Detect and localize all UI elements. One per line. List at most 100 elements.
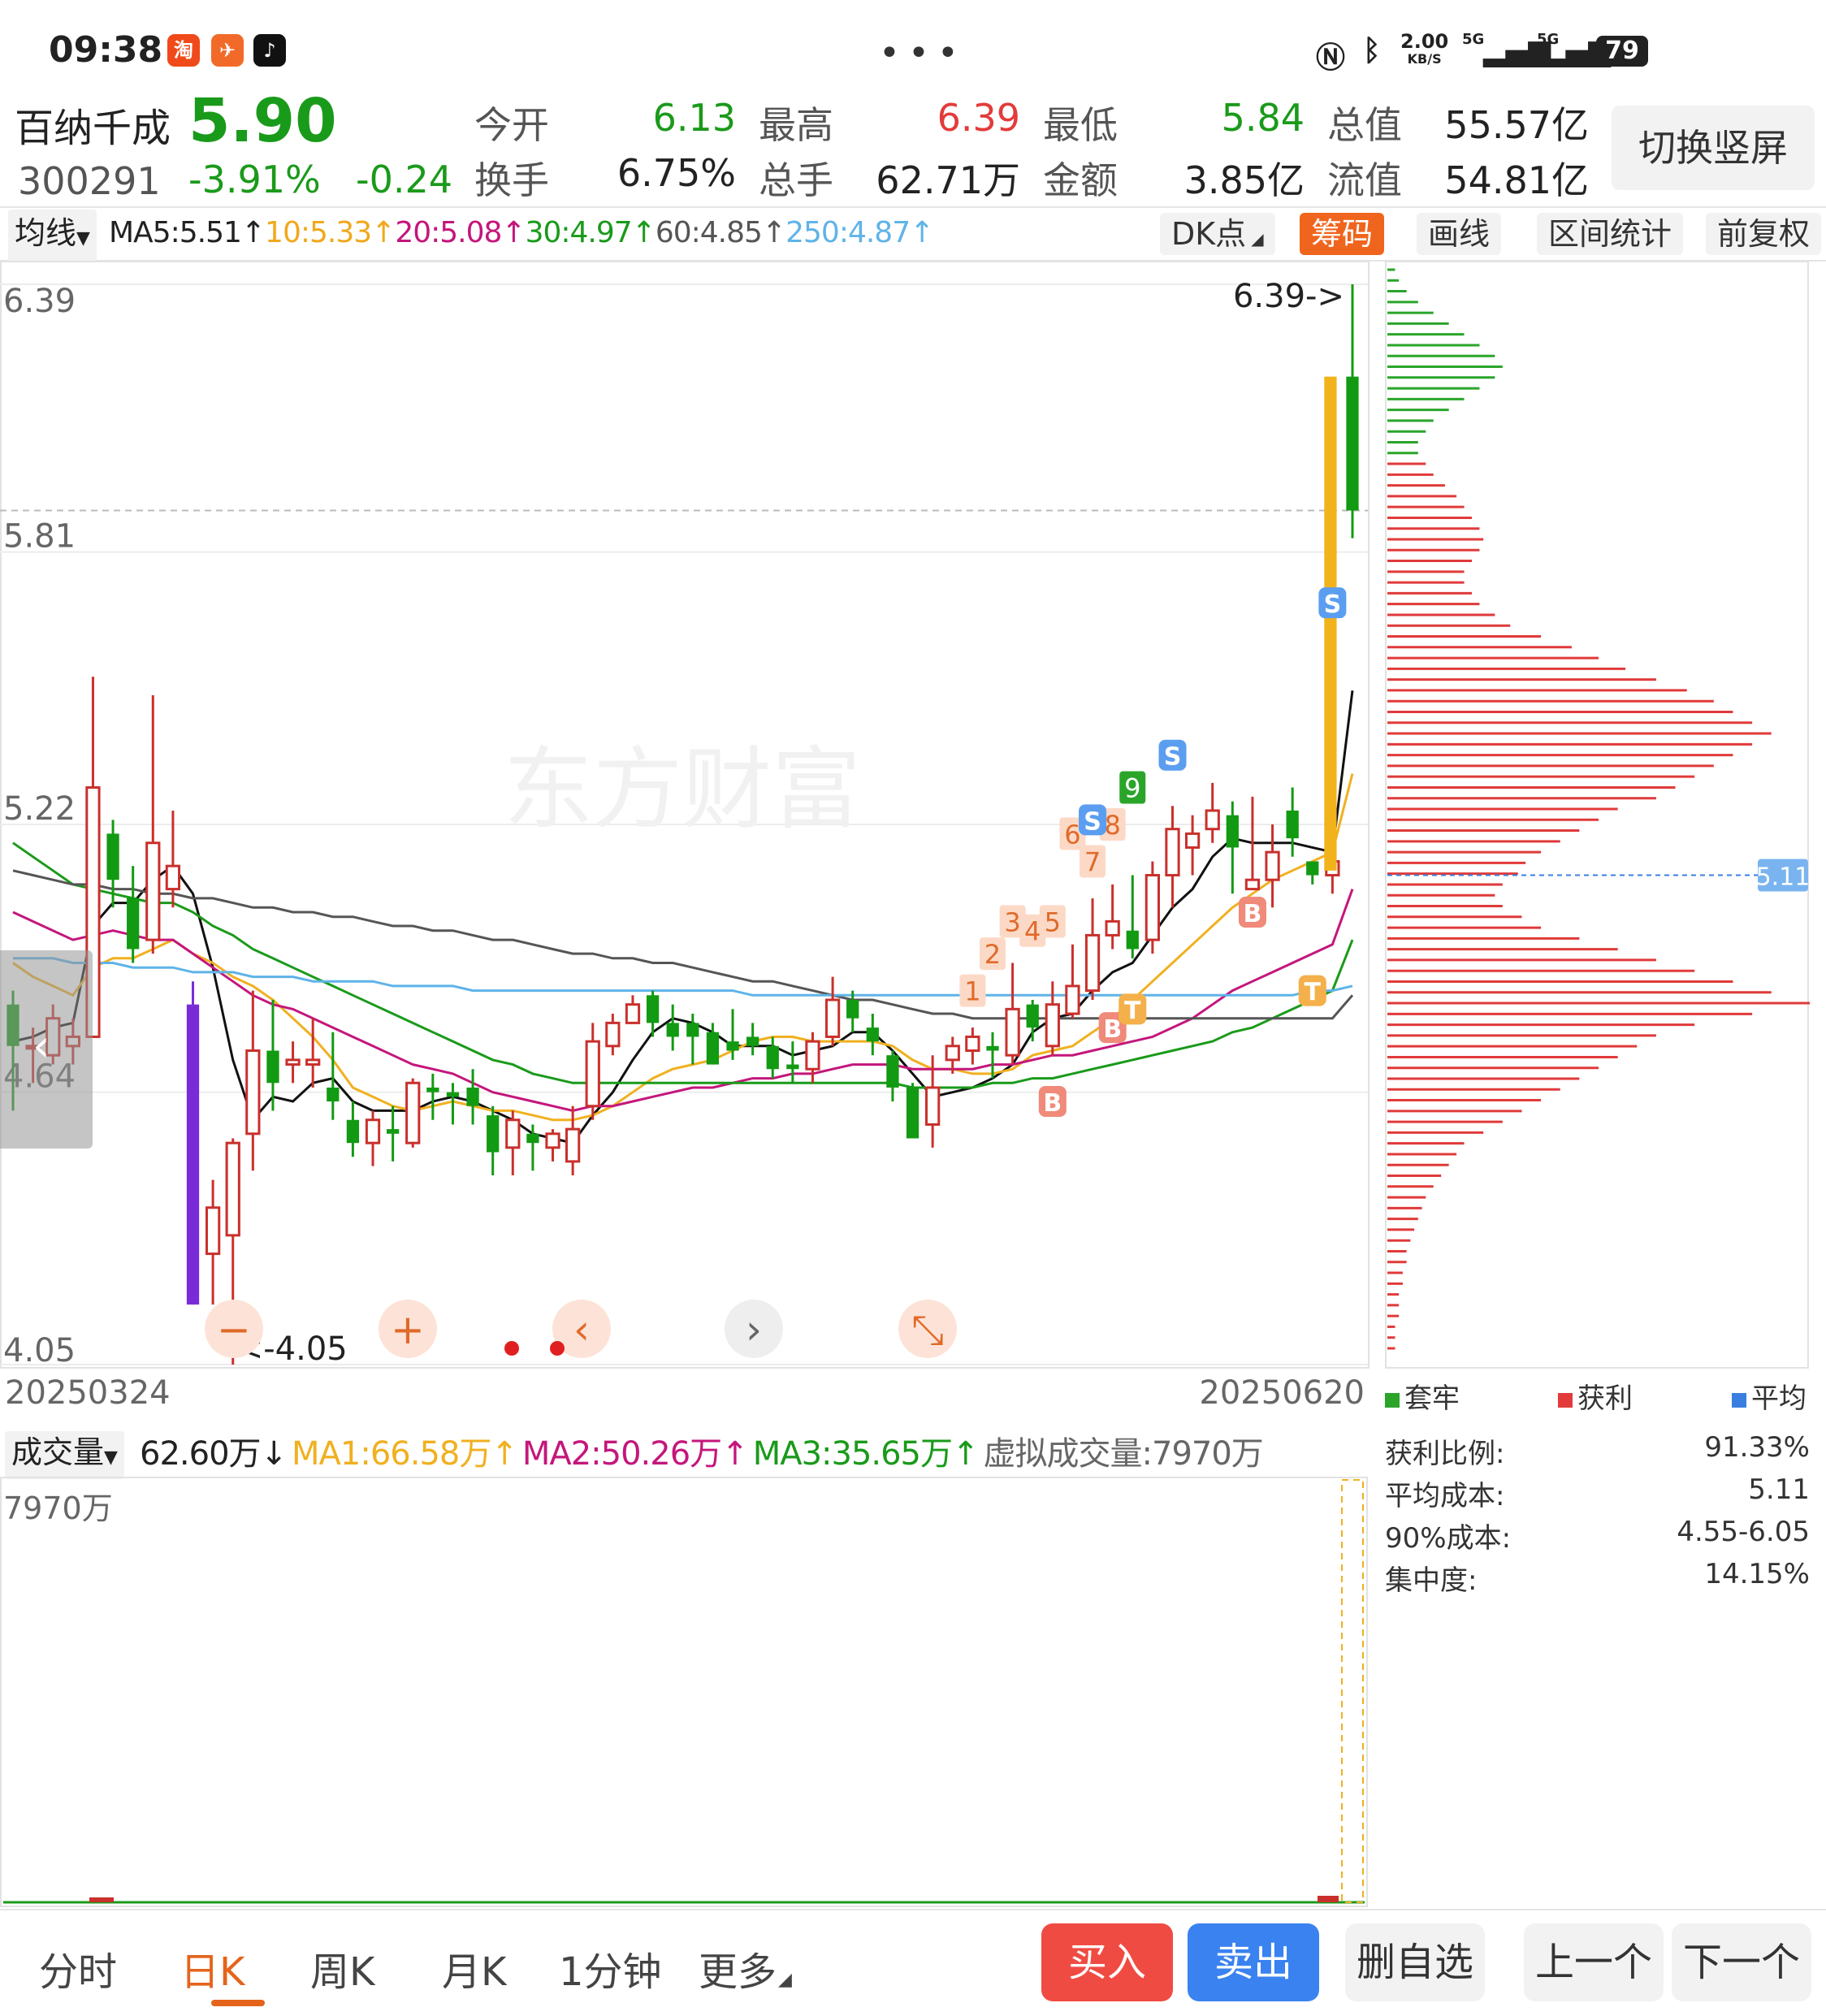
- candle-body: [1184, 832, 1201, 849]
- chevron-right-icon[interactable]: ›: [725, 1300, 783, 1358]
- ma-values: MA5:5.51↑10:5.33↑20:5.08↑30:4.97↑60:4.85…: [109, 210, 934, 257]
- candle-body: [925, 1086, 941, 1126]
- battery-icon: 79: [1596, 36, 1648, 67]
- sell-button[interactable]: 卖出: [1188, 1923, 1319, 2001]
- tool-button[interactable]: 筹码: [1300, 213, 1385, 255]
- volume-value: 62.60万↓: [140, 1435, 288, 1473]
- candle-body: [327, 1087, 340, 1102]
- more-dots-icon: •••: [879, 32, 967, 74]
- kline-chart[interactable]: 6.395.815.224.644.05东方财富123456789SSSBBBT…: [0, 260, 1826, 1413]
- buy-button[interactable]: 买入: [1041, 1923, 1173, 2001]
- period-tab[interactable]: 日K: [180, 1940, 244, 1997]
- candle-body: [1144, 874, 1161, 941]
- volume-frame: [0, 1477, 1368, 1907]
- dk-label: 6: [1064, 819, 1080, 850]
- volume-selector[interactable]: 成交量▼: [5, 1431, 124, 1479]
- quote-value: 62.71万: [876, 158, 1020, 202]
- indicator-dot: [504, 1341, 519, 1356]
- chip-stat-label: 90%成本:: [1385, 1522, 1512, 1555]
- plus-icon-glyph: +: [391, 1306, 425, 1353]
- tool-button[interactable]: DK点 ◢: [1160, 213, 1275, 255]
- signal-sell: S: [1324, 591, 1342, 619]
- fliggy-icon: ✈: [211, 34, 244, 67]
- dk-label: 5: [1045, 906, 1061, 937]
- candle-body: [1026, 1004, 1039, 1028]
- candle-body: [505, 1118, 521, 1149]
- candle-body: [605, 1021, 621, 1048]
- candle-body: [766, 1045, 779, 1070]
- candle-body: [186, 1004, 200, 1305]
- nav-action-button[interactable]: 下一个: [1672, 1923, 1811, 2001]
- legend-swatch: [1385, 1393, 1400, 1408]
- period-tab[interactable]: 分时: [39, 1940, 117, 1997]
- left-scroll-handle[interactable]: ‹: [0, 950, 93, 1149]
- dropdown-icon: ◢: [778, 1970, 792, 1990]
- nfc-icon: Ⓝ: [1316, 41, 1346, 75]
- ma-value: 250:4.87↑: [785, 216, 934, 249]
- dk-label: 7: [1084, 846, 1101, 877]
- candle-body: [365, 1118, 381, 1144]
- candle-body: [266, 1050, 279, 1084]
- ma-selector[interactable]: 均线▼: [8, 210, 97, 262]
- signal-buy: B: [1043, 1089, 1062, 1118]
- candle-body: [866, 1027, 879, 1042]
- signal-buy: B: [1244, 900, 1262, 928]
- period-tab[interactable]: 更多◢: [699, 1940, 792, 1997]
- quote-value: 6.75%: [617, 151, 736, 195]
- volume-value: 虚拟成交量:7970万: [983, 1435, 1264, 1473]
- candle-body: [1244, 878, 1261, 891]
- minus-icon[interactable]: −: [205, 1300, 263, 1358]
- tool-button[interactable]: 前复权: [1706, 213, 1822, 255]
- legend-label: 平均: [1751, 1382, 1807, 1415]
- candle-body: [386, 1129, 400, 1134]
- dk-label: 2: [984, 939, 1001, 970]
- watermark: 东方财富: [504, 738, 861, 841]
- dk-label: 1: [964, 976, 980, 1007]
- candle-body: [965, 1035, 980, 1053]
- candle-body: [446, 1092, 460, 1097]
- volume-value: MA1:66.58万↑: [292, 1435, 518, 1473]
- nav-action-button[interactable]: 删自选: [1345, 1923, 1485, 2001]
- signal-sell: S: [1084, 807, 1101, 836]
- net-speed-unit: KB/S: [1407, 51, 1442, 67]
- tool-button[interactable]: 区间统计: [1537, 213, 1684, 255]
- volume-value: MA2:50.26万↑: [521, 1435, 749, 1473]
- candle-body: [1165, 828, 1180, 877]
- candle-body: [225, 1141, 240, 1237]
- candle-body: [565, 1127, 581, 1163]
- candle-body: [706, 1032, 720, 1065]
- candle-body: [106, 833, 119, 880]
- candle-body: [746, 1036, 759, 1046]
- candle-body: [625, 1003, 641, 1024]
- period-tab[interactable]: 周K: [310, 1940, 374, 1997]
- collapse-icon-glyph: ⤡: [911, 1306, 944, 1353]
- quote-label: 最低: [1043, 103, 1118, 147]
- volume-chart[interactable]: 7970万: [0, 1477, 1373, 1907]
- chip-stat-label: 平均成本:: [1385, 1480, 1505, 1512]
- switch-orientation-button[interactable]: 切换竖屏: [1612, 106, 1815, 190]
- dropdown-icon: ◢: [1251, 229, 1264, 249]
- candle-body: [846, 999, 859, 1019]
- tool-button[interactable]: 画线: [1417, 213, 1502, 255]
- plus-icon[interactable]: +: [379, 1300, 437, 1358]
- chip-legend-item: 获利: [1558, 1376, 1633, 1416]
- volume-bar: [89, 1897, 114, 1902]
- chip-stat-value: 4.55-6.05: [1677, 1516, 1810, 1548]
- ma-value: 30:4.97↑: [525, 216, 656, 249]
- quote-label: 换手: [474, 158, 549, 202]
- volume-value: MA3:35.65万↑: [752, 1435, 980, 1473]
- period-tab[interactable]: 月K: [442, 1940, 506, 1997]
- chip-stat-label: 集中度:: [1385, 1564, 1478, 1597]
- stock-name: 百纳千成: [15, 106, 171, 151]
- douyin-icon: ♪: [253, 34, 286, 67]
- avg-cost-label: 5.11: [1756, 863, 1811, 892]
- legend-label: 套牢: [1404, 1382, 1460, 1415]
- candle-body: [205, 1206, 221, 1256]
- period-tab[interactable]: 1分钟: [559, 1940, 662, 1997]
- dk-label: 3: [1004, 906, 1020, 937]
- candle-body: [945, 1045, 960, 1062]
- candle-body: [1226, 815, 1239, 848]
- y-tick-label: 5.22: [3, 790, 76, 828]
- collapse-icon[interactable]: ⤡: [898, 1300, 957, 1358]
- nav-action-button[interactable]: 上一个: [1524, 1923, 1664, 2001]
